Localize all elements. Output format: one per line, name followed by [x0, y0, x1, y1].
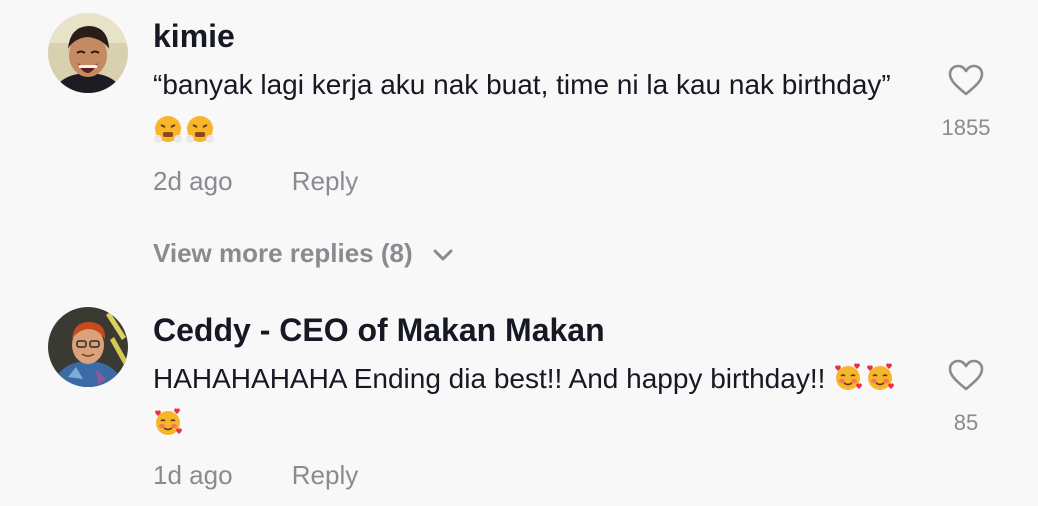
heart-outline-icon[interactable] — [947, 63, 985, 97]
avatar-image — [48, 13, 128, 93]
steam-from-nose-emoji-icon — [154, 116, 182, 143]
smiling-face-with-hearts-emoji-icon — [867, 363, 895, 390]
comment-meta: 2d ago Reply — [153, 166, 410, 197]
view-more-replies-label: View more replies (8) — [153, 238, 413, 268]
comment-text: HAHAHAHAHA Ending dia best!! And happy b… — [153, 356, 913, 446]
view-more-replies-button[interactable]: View more replies (8) — [153, 238, 454, 269]
like-button[interactable]: 85 — [930, 358, 1002, 436]
avatar[interactable] — [48, 307, 128, 387]
comment-text-content: HAHAHAHAHA Ending dia best!! And happy b… — [153, 363, 826, 394]
comment-text-content: “banyak lagi kerja aku nak buat, time ni… — [153, 69, 891, 100]
smiling-face-with-hearts-emoji-icon — [155, 408, 182, 435]
avatar-image — [48, 307, 128, 387]
timestamp: 2d ago — [153, 166, 233, 196]
like-count: 1855 — [941, 115, 991, 140]
reply-button[interactable]: Reply — [292, 460, 358, 490]
comment-meta: 1d ago Reply — [153, 460, 410, 491]
chevron-down-icon — [433, 249, 453, 261]
like-button[interactable]: 1855 — [930, 63, 1002, 141]
comment-text: “banyak lagi kerja aku nak buat, time ni… — [153, 62, 913, 152]
smiling-face-with-hearts-emoji-icon — [835, 363, 863, 390]
timestamp: 1d ago — [153, 460, 233, 490]
heart-outline-icon[interactable] — [947, 358, 985, 392]
avatar[interactable] — [48, 13, 128, 93]
reply-button[interactable]: Reply — [292, 166, 358, 196]
like-count: 85 — [953, 410, 979, 435]
username[interactable]: kimie — [153, 16, 235, 56]
steam-from-nose-emoji-icon — [186, 116, 214, 143]
username[interactable]: Ceddy - CEO of Makan Makan — [153, 310, 605, 350]
